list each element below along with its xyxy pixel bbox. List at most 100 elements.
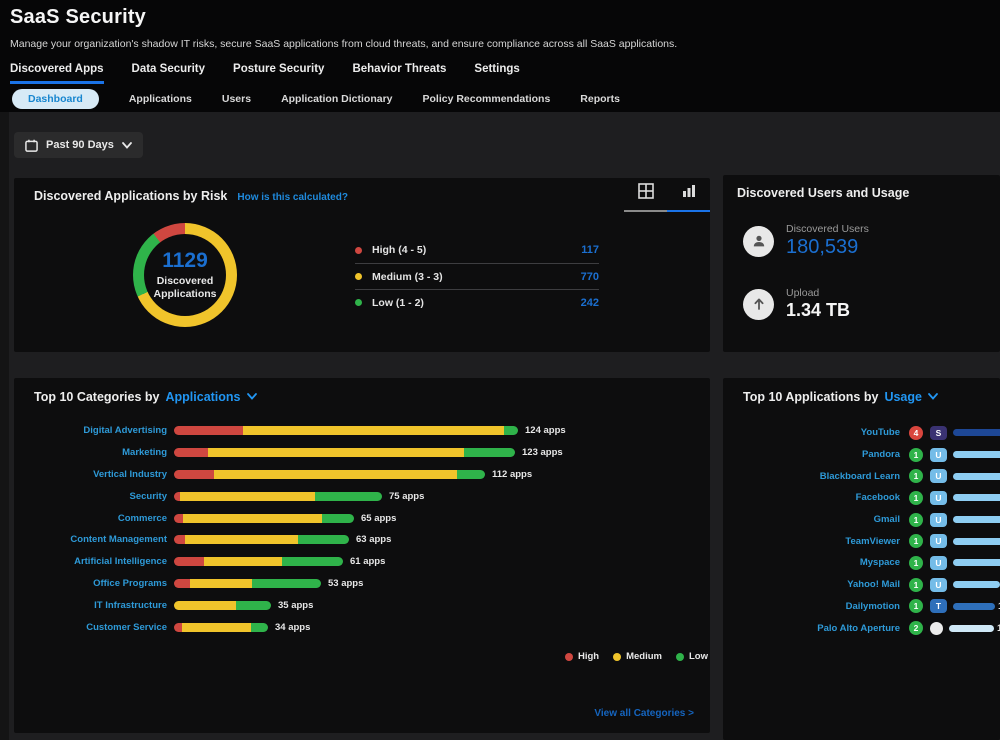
usage-bar[interactable] <box>949 625 994 632</box>
sanction-state-badge[interactable]: U <box>930 469 947 483</box>
category-row: Commerce65 apps <box>14 507 710 529</box>
application-name[interactable]: Palo Alto Aperture <box>723 623 900 634</box>
subnav-item-reports[interactable]: Reports <box>580 93 620 105</box>
applications-metric-selector[interactable]: Usage <box>884 390 922 404</box>
table-view-icon[interactable] <box>638 183 654 204</box>
application-name[interactable]: Yahoo! Mail <box>723 579 900 590</box>
usage-bar[interactable] <box>953 429 1000 436</box>
categories-title: Top 10 Categories by <box>34 390 160 404</box>
category-label[interactable]: Content Management <box>14 534 167 545</box>
category-value: 112 apps <box>492 469 532 480</box>
category-label[interactable]: Security <box>14 491 167 502</box>
sanction-state-badge[interactable]: U <box>930 556 947 570</box>
usage-bar[interactable] <box>953 538 1000 545</box>
sanction-state-circle-icon[interactable] <box>930 622 943 635</box>
page-title: SaaS Security <box>0 0 1000 29</box>
risk-color-legend: HighMediumLow <box>565 651 708 662</box>
upload-label: Upload <box>786 287 850 299</box>
applications-title: Top 10 Applications by <box>743 390 878 404</box>
risk-score-badge[interactable]: 1 <box>909 469 923 483</box>
application-name[interactable]: YouTube <box>723 427 900 438</box>
sanction-state-badge[interactable]: S <box>930 426 947 440</box>
application-name[interactable]: Facebook <box>723 492 900 503</box>
usage-bar[interactable] <box>953 494 1000 501</box>
category-stacked-bar[interactable] <box>174 535 349 544</box>
subnav-item-dashboard[interactable]: Dashboard <box>12 89 99 109</box>
risk-score-badge[interactable]: 1 <box>909 513 923 527</box>
application-name[interactable]: TeamViewer <box>723 536 900 547</box>
category-label[interactable]: Artificial Intelligence <box>14 556 167 567</box>
tab-posture-security[interactable]: Posture Security <box>233 63 324 84</box>
tab-discovered-apps[interactable]: Discovered Apps <box>10 63 104 84</box>
category-stacked-bar[interactable] <box>174 514 354 523</box>
application-name[interactable]: Gmail <box>723 514 900 525</box>
table-view-indicator <box>624 210 667 212</box>
risk-score-badge[interactable]: 1 <box>909 491 923 505</box>
discovered-users-value[interactable]: 180,539 <box>786 236 869 259</box>
category-stacked-bar[interactable] <box>174 579 321 588</box>
legend-dot-icon <box>355 247 362 254</box>
subnav-item-applications[interactable]: Applications <box>129 93 192 105</box>
view-all-categories-link[interactable]: View all Categories > <box>594 708 694 719</box>
risk-score-badge[interactable]: 1 <box>909 448 923 462</box>
subnav-item-policy-recommendations[interactable]: Policy Recommendations <box>423 93 551 105</box>
bar-segment-low <box>457 470 485 479</box>
tab-settings[interactable]: Settings <box>474 63 519 84</box>
sanction-state-badge[interactable]: U <box>930 491 947 505</box>
risk-legend-value[interactable]: 117 <box>581 244 599 256</box>
sanction-state-badge[interactable]: U <box>930 448 947 462</box>
usage-bar[interactable] <box>953 581 1000 588</box>
usage-bar[interactable] <box>953 559 1000 566</box>
sanction-state-badge[interactable]: T <box>930 599 947 613</box>
risk-donut-chart[interactable]: 1129 Discovered Applications <box>133 223 237 327</box>
risk-score-badge[interactable]: 2 <box>909 621 923 635</box>
category-label[interactable]: Office Programs <box>14 578 167 589</box>
how-calculated-link[interactable]: How is this calculated? <box>237 192 348 203</box>
category-stacked-bar[interactable] <box>174 623 268 632</box>
application-name[interactable]: Dailymotion <box>723 601 900 612</box>
category-label[interactable]: Vertical Industry <box>14 469 167 480</box>
risk-score-badge[interactable]: 1 <box>909 578 923 592</box>
chevron-down-icon[interactable] <box>247 392 257 403</box>
risk-legend-value[interactable]: 242 <box>581 297 599 309</box>
category-label[interactable]: Marketing <box>14 447 167 458</box>
category-label[interactable]: Digital Advertising <box>14 425 167 436</box>
risk-score-badge[interactable]: 4 <box>909 426 923 440</box>
usage-bar[interactable] <box>953 451 1000 458</box>
category-stacked-bar[interactable] <box>174 426 518 435</box>
chart-view-icon[interactable] <box>681 183 697 204</box>
risk-score-badge[interactable]: 1 <box>909 534 923 548</box>
application-name[interactable]: Blackboard Learn <box>723 471 900 482</box>
sanction-state-badge[interactable]: U <box>930 578 947 592</box>
legend-item: High <box>565 651 599 662</box>
category-label[interactable]: Customer Service <box>14 622 167 633</box>
application-name[interactable]: Myspace <box>723 557 900 568</box>
category-label[interactable]: IT Infrastructure <box>14 600 167 611</box>
category-stacked-bar[interactable] <box>174 470 485 479</box>
category-stacked-bar[interactable] <box>174 601 271 610</box>
tab-data-security[interactable]: Data Security <box>132 63 206 84</box>
category-stacked-bar[interactable] <box>174 557 343 566</box>
date-range-dropdown[interactable]: Past 90 Days <box>14 132 143 158</box>
donut-label: Discovered Applications <box>149 275 221 300</box>
subnav-item-users[interactable]: Users <box>222 93 251 105</box>
usage-bar[interactable] <box>953 473 1000 480</box>
categories-metric-selector[interactable]: Applications <box>166 390 241 404</box>
risk-legend-value[interactable]: 770 <box>581 271 599 283</box>
usage-bar[interactable] <box>953 603 995 610</box>
category-stacked-bar[interactable] <box>174 448 515 457</box>
sanction-state-badge[interactable]: U <box>930 534 947 548</box>
sanction-state-badge[interactable]: U <box>930 513 947 527</box>
bar-segment-low <box>252 579 321 588</box>
chevron-down-icon[interactable] <box>928 392 938 403</box>
discovered-users-label: Discovered Users <box>786 223 869 235</box>
category-label[interactable]: Commerce <box>14 513 167 524</box>
risk-score-badge[interactable]: 1 <box>909 599 923 613</box>
usage-bar[interactable] <box>953 516 1000 523</box>
subnav-item-application-dictionary[interactable]: Application Dictionary <box>281 93 392 105</box>
risk-score-badge[interactable]: 1 <box>909 556 923 570</box>
category-value: 123 apps <box>522 447 563 458</box>
category-stacked-bar[interactable] <box>174 492 382 501</box>
application-name[interactable]: Pandora <box>723 449 900 460</box>
tab-behavior-threats[interactable]: Behavior Threats <box>352 63 446 84</box>
